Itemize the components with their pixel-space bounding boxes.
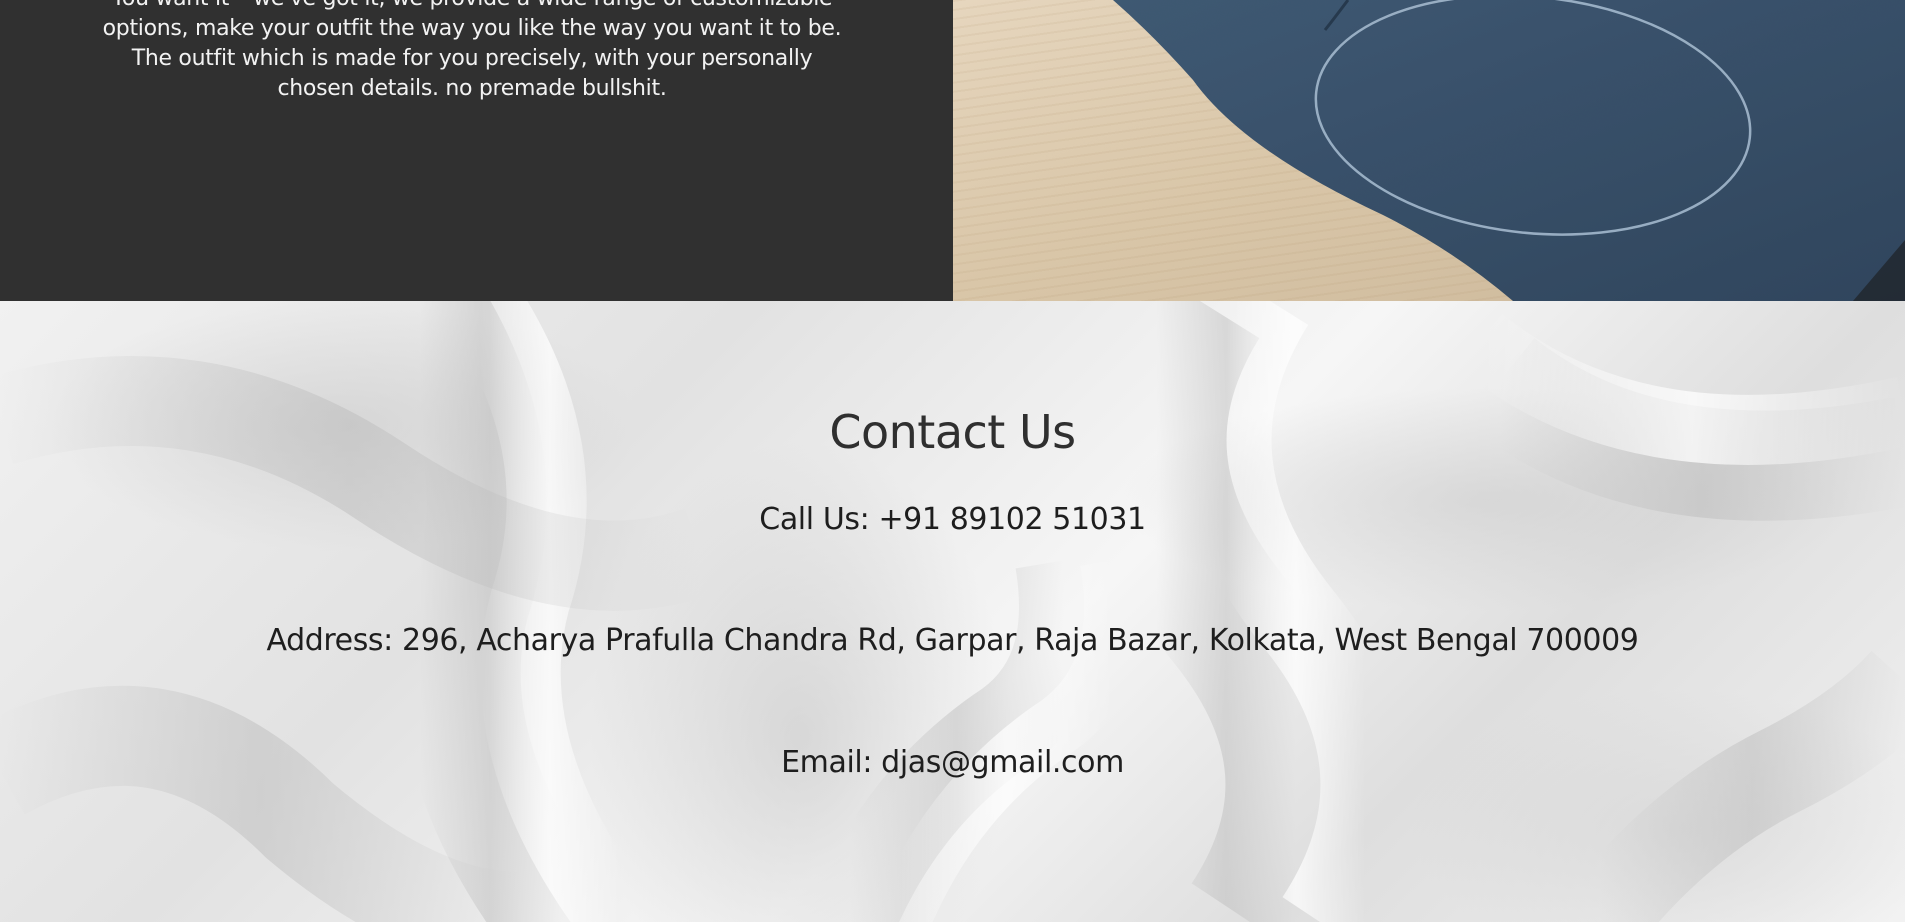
phone-text: Call Us: +91 89102 51031	[759, 502, 1146, 537]
silk-background	[0, 301, 1905, 922]
contact-title: Contact Us	[829, 405, 1076, 459]
leather-illustration	[1113, 0, 1905, 301]
page: You want it – we've got it, we provide a…	[0, 0, 1905, 922]
about-section: You want it – we've got it, we provide a…	[0, 0, 1905, 301]
intro-panel: You want it – we've got it, we provide a…	[0, 0, 953, 301]
intro-text: You want it – we've got it, we provide a…	[102, 0, 842, 101]
address-text: Address: 296, Acharya Prafulla Chandra R…	[266, 623, 1639, 658]
contact-section: Contact Us Call Us: +91 89102 51031 Addr…	[0, 301, 1905, 922]
leather-photo	[953, 0, 1905, 301]
email-text: Email: djas@gmail.com	[781, 745, 1124, 780]
